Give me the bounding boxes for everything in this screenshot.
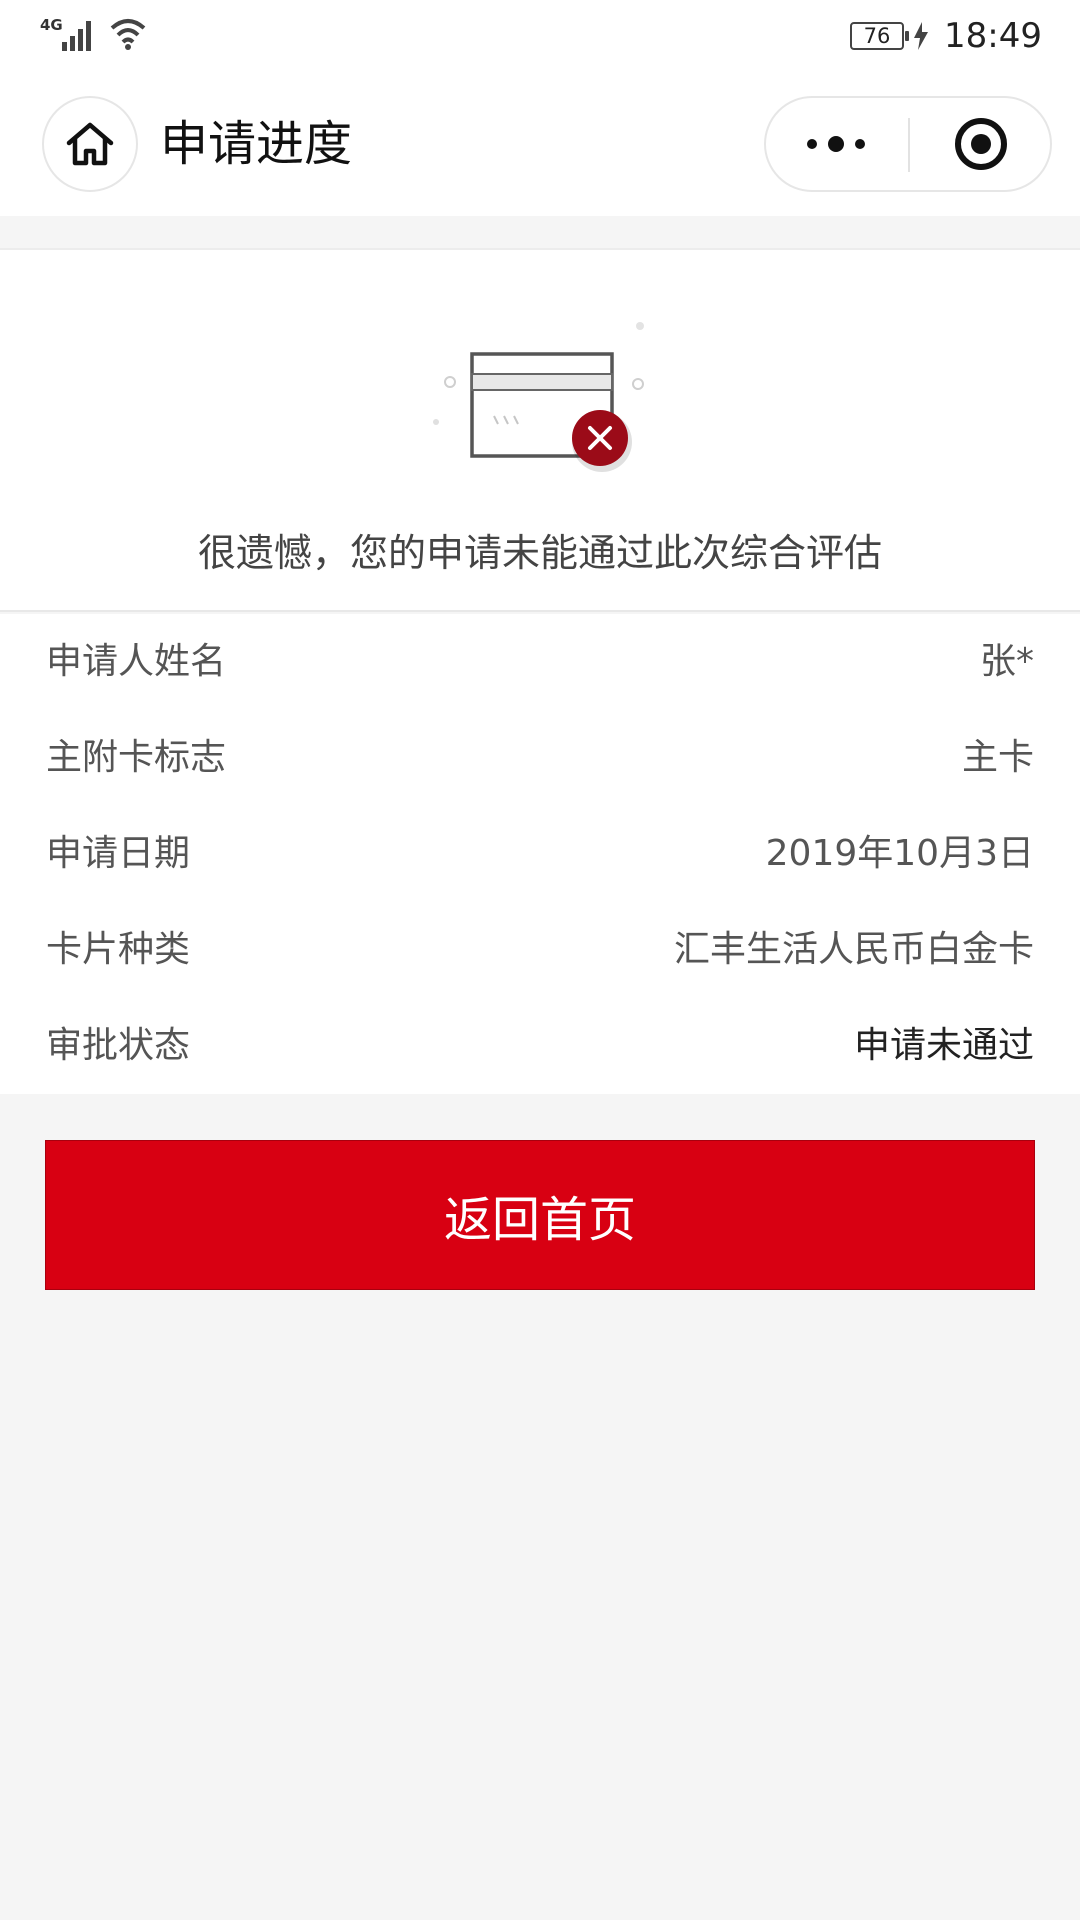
info-value: 汇丰生活人民币白金卡	[673, 929, 1034, 970]
status-bar: 4G 76 18:49	[0, 0, 1080, 72]
close-button[interactable]	[912, 98, 1050, 190]
info-label: 申请人姓名	[46, 641, 227, 682]
result-message: 很遗憾，您的申请未能通过此次综合评估	[197, 531, 882, 575]
battery-icon: 76	[850, 22, 910, 50]
home-button[interactable]	[42, 96, 138, 192]
info-row-applicant-name: 申请人姓名 张*	[0, 614, 1080, 710]
status-value: 申请未通过	[853, 1025, 1034, 1066]
info-value: 2019年10月3日	[765, 833, 1034, 874]
info-row-card-type-flag: 主附卡标志 主卡	[0, 710, 1080, 806]
info-row-card-product: 卡片种类 汇丰生活人民币白金卡	[0, 902, 1080, 998]
result-card: 很遗憾，您的申请未能通过此次综合评估	[0, 248, 1080, 612]
info-row-approval-status: 审批状态 申请未通过	[0, 998, 1080, 1094]
close-target-icon	[955, 118, 1007, 170]
back-home-button[interactable]: 返回首页	[45, 1140, 1035, 1290]
info-label: 卡片种类	[46, 929, 191, 970]
info-value: 主卡	[961, 737, 1034, 778]
nav-bar: 申请进度	[0, 72, 1080, 216]
capsule-divider	[908, 118, 910, 172]
signal-icon	[62, 21, 91, 51]
info-row-application-date: 申请日期 2019年10月3日	[0, 806, 1080, 902]
more-icon	[807, 136, 865, 152]
info-value: 张*	[979, 641, 1034, 682]
info-label: 主附卡标志	[46, 737, 227, 778]
info-label: 审批状态	[46, 1025, 191, 1066]
page-title: 申请进度	[160, 116, 353, 172]
charging-icon	[914, 22, 929, 50]
application-info-list: 申请人姓名 张* 主附卡标志 主卡 申请日期 2019年10月3日 卡片种类 汇…	[0, 614, 1080, 1094]
more-button[interactable]	[766, 98, 906, 190]
info-label: 申请日期	[46, 833, 191, 874]
mini-program-capsule	[764, 96, 1052, 192]
wifi-icon	[110, 19, 146, 50]
clock: 18:49	[944, 16, 1042, 56]
home-icon	[66, 122, 114, 166]
card-rejected-icon	[433, 322, 644, 472]
